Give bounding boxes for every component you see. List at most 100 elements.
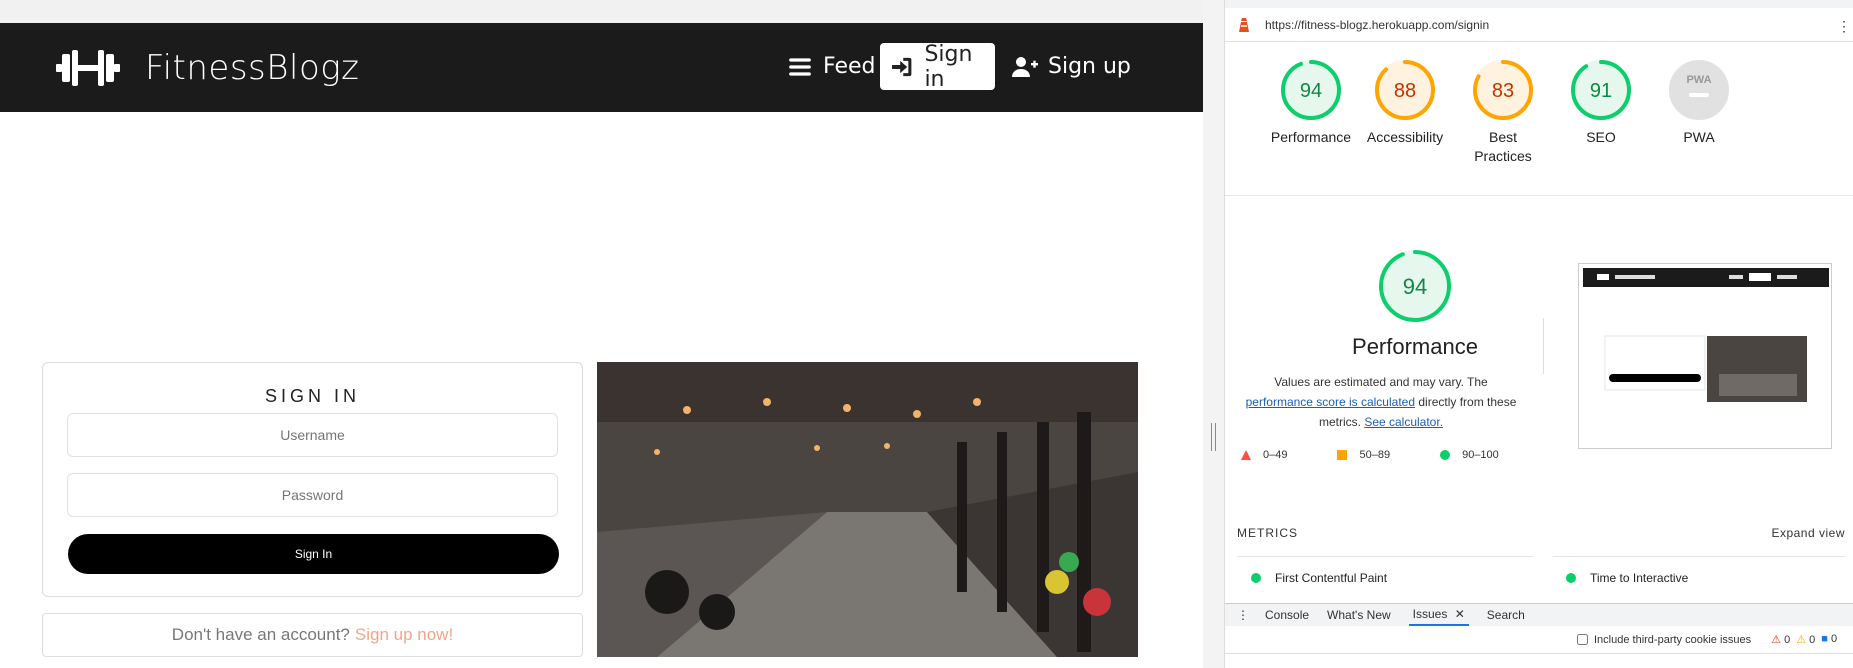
kebab-menu-icon[interactable]: ⋮ [1837,18,1851,35]
sign-in-icon [892,57,912,76]
bars-icon [789,57,811,76]
tab-search[interactable]: Search [1487,605,1525,625]
signin-title: SIGN IN [264,386,360,406]
gauge-label: Accessibility [1366,129,1444,145]
lighthouse-icon [1239,17,1249,32]
drawer-menu-icon[interactable]: ⋮ [1237,608,1249,622]
panel-resizer[interactable] [1203,0,1224,668]
square-icon [1337,450,1348,460]
circle-icon [1440,450,1451,460]
nav-feed-label: Feed [823,54,876,79]
issues-list [1225,654,1853,668]
site-navbar: FitnessBlogz Feed Sign in Sign up [0,23,1203,112]
gauge-ring: 83 [1473,60,1533,120]
nav-signin-link[interactable]: Sign in [880,42,995,92]
devtools-tab-strip [1225,0,1853,8]
score-calculated-link[interactable]: performance score is calculated [1246,395,1415,409]
performance-heading: Performance [1352,334,1478,359]
gauge-label: PWA [1683,129,1715,145]
gauge-ring: 94 [1281,60,1341,120]
pass-dot-icon [1566,573,1576,583]
browser-viewport: FitnessBlogz Feed Sign in Sign up SIGN I… [0,0,1203,668]
resize-handle[interactable] [1211,423,1216,451]
score-gauge-best-practices[interactable]: 83 Best Practices [1453,58,1553,166]
legend-average: 50–89 [1337,449,1390,461]
metrics-heading: METRICS [1237,526,1298,540]
metric-label: Time to Interactive [1590,571,1689,585]
gauge-label: Best Practices [1474,129,1532,164]
user-plus-icon [1012,56,1038,77]
third-party-cookie-label: Include third-party cookie issues [1594,633,1752,646]
pwa-badge-text: PWA [1686,74,1711,86]
nav-signup-link[interactable]: Sign up [1012,43,1131,90]
tab-issues[interactable]: Issues ✕ [1408,604,1469,626]
performance-big-score: 94 [1403,274,1427,299]
issue-counts[interactable]: ⚠ 0 ⚠ 0 ■ 0 [1771,633,1837,646]
browser-top-strip [0,0,1203,23]
info-count-value: 0 [1830,633,1838,645]
gauge-label: Performance [1270,129,1352,145]
see-calculator-link[interactable]: See calculator. [1364,415,1443,429]
tab-issues-label: Issues [1412,607,1448,621]
brand-name: FitnessBlogz [145,48,360,88]
dumbbell-icon [56,50,120,86]
signup-now-link[interactable]: Sign up now! [355,625,453,645]
close-icon[interactable]: ✕ [1455,607,1465,621]
metric-time-to-interactive: Time to Interactive [1566,571,1688,585]
warning-count-value: 0 [1809,634,1816,646]
gym-photo [597,362,1138,657]
gauge-score: 91 [1590,80,1612,102]
warning-icon: ⚠ [1796,634,1807,646]
legend-fail: 0–49 [1241,449,1287,461]
signin-button[interactable]: Sign In [68,534,559,574]
error-icon: ⚠ [1771,634,1782,646]
legend-pass-range: 90–100 [1462,449,1499,461]
vertical-divider [1543,318,1544,374]
gauge-score: 88 [1394,80,1416,102]
signup-prompt-text: Don't have an account? [171,625,350,644]
error-count: ⚠ 0 [1771,633,1790,646]
metrics-header: METRICS Expand view [1237,526,1845,540]
pass-dot-icon [1251,573,1261,583]
password-field[interactable] [67,473,558,517]
legend-pass: 90–100 [1440,449,1499,461]
drawer-tab-bar: ⋮ Console What's New Issues ✕ Search [1225,603,1853,626]
legend-fail-range: 0–49 [1263,449,1288,461]
score-gauge-seo[interactable]: 91 SEO [1551,58,1651,147]
score-gauge-performance[interactable]: 94 Performance [1261,58,1361,147]
brand-link[interactable]: FitnessBlogz [56,43,360,93]
metric-first-contentful-paint: First Contentful Paint [1251,571,1387,585]
score-legend: 0–49 50–89 90–100 [1241,449,1549,461]
score-gauge-pwa[interactable]: PWA PWA [1649,58,1749,147]
lighthouse-url-bar: https://fitness-blogz.herokuapp.com/sign… [1225,8,1853,42]
performance-big-gauge: 94 Performance [1315,248,1515,360]
info-count: ■ 0 [1821,633,1837,646]
score-gauge-accessibility[interactable]: 88 Accessibility [1355,58,1455,147]
metrics-divider-right [1553,556,1845,557]
note-prefix: Values are estimated and may vary. The [1274,375,1488,389]
triangle-icon [1241,450,1251,460]
performance-gauge-ring: 94 [1379,250,1451,322]
page-screenshot-thumbnail [1578,263,1832,449]
section-divider [1225,195,1853,196]
gauge-label: SEO [1586,129,1616,145]
issues-toolbar: Include third-party cookie issues ⚠ 0 ⚠ … [1225,626,1853,654]
gauge-score: 83 [1492,80,1514,102]
nav-signup-label: Sign up [1048,54,1131,79]
performance-note: Values are estimated and may vary. The p… [1239,372,1523,432]
warning-count: ⚠ 0 [1796,633,1815,646]
third-party-cookie-checkbox[interactable] [1577,634,1588,645]
tab-console[interactable]: Console [1265,605,1309,625]
nav-feed-link[interactable]: Feed [787,43,876,90]
gauge-score: 94 [1300,80,1322,102]
gauge-ring: 88 [1375,60,1435,120]
info-icon: ■ [1821,633,1828,645]
metrics-divider-left [1237,556,1533,557]
username-field[interactable] [67,413,558,457]
tab-whats-new[interactable]: What's New [1327,605,1391,625]
signup-prompt-card: Don't have an account? Sign up now! [42,613,583,657]
expand-view-toggle[interactable]: Expand view [1771,526,1845,540]
pwa-dash-icon [1689,93,1709,97]
devtools-panel: https://fitness-blogz.herokuapp.com/sign… [1224,0,1853,668]
metric-label: First Contentful Paint [1275,571,1388,585]
